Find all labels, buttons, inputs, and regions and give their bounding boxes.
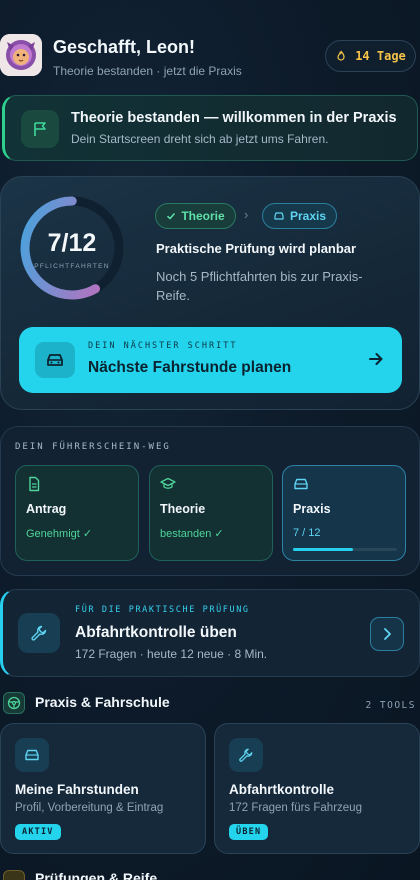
next-section-title: Prüfungen & Reife	[35, 870, 158, 880]
graduation-cap-icon	[160, 477, 176, 489]
car-icon	[274, 212, 284, 220]
flag-icon	[21, 110, 59, 148]
progress-label: PFLICHTFAHRTEN	[34, 263, 110, 270]
step-name: Antrag	[26, 502, 67, 516]
greeting-subtitle: Theorie bestanden · jetzt die Praxis	[53, 64, 242, 78]
tool-card-abfahrtkontrolle[interactable]: Abfahrtkontrolle 172 Fragen fürs Fahrzeu…	[214, 723, 420, 854]
praxis-progress-fill	[293, 548, 354, 551]
car-icon	[35, 342, 75, 378]
tool-subtitle: Profil, Vorbereitung & Eintrag	[15, 802, 164, 814]
practice-subtitle: 172 Fragen · heute 12 neue · 8 Min.	[75, 647, 268, 661]
cta-title: Nächste Fahrstunde planen	[88, 359, 292, 376]
streak-label: 14 Tage	[355, 49, 406, 63]
banner-title: Theorie bestanden — willkommen in der Pr…	[71, 110, 397, 126]
header: Geschafft, Leon! Theorie bestanden · jet…	[0, 34, 420, 82]
praxis-progress-bar	[293, 548, 397, 551]
chip-theory[interactable]: Theorie	[155, 203, 236, 229]
chip-theory-label: Theorie	[181, 209, 225, 223]
next-section-icon	[3, 870, 25, 880]
license-journey: DEIN FÜHRERSCHEIN-WEG Antrag Genehmigt ✓…	[0, 426, 420, 576]
tool-title: Abfahrtkontrolle	[229, 782, 335, 797]
practice-title: Abfahrtkontrolle üben	[75, 624, 237, 641]
cta-kicker: DEIN NÄCHSTER SCHRITT	[88, 341, 238, 351]
wrench-icon	[229, 738, 263, 772]
chevron-right-icon	[384, 628, 391, 640]
step-name: Praxis	[293, 502, 331, 516]
car-icon	[294, 478, 308, 490]
chip-praxis[interactable]: Praxis	[262, 203, 337, 229]
progress-value: 7/12	[47, 229, 97, 257]
chip-praxis-label: Praxis	[289, 209, 327, 223]
section-title: Praxis & Fahrschule	[35, 694, 170, 710]
steering-wheel-icon	[3, 692, 25, 714]
tool-badge: AKTIV	[15, 824, 61, 840]
theory-passed-banner[interactable]: Theorie bestanden — willkommen in der Pr…	[2, 95, 418, 161]
journey-step-antrag[interactable]: Antrag Genehmigt ✓	[15, 465, 139, 561]
tool-badge: ÜBEN	[229, 824, 269, 840]
practice-kicker: FÜR DIE PRAKTISCHE PRÜFUNG	[75, 605, 250, 615]
lion-avatar-icon	[0, 34, 42, 76]
avatar[interactable]	[0, 34, 42, 76]
flame-icon	[337, 50, 345, 61]
step-status: 7 / 12	[293, 527, 321, 539]
practice-card[interactable]: FÜR DIE PRAKTISCHE PRÜFUNG Abfahrtkontro…	[0, 589, 420, 677]
journey-step-theorie[interactable]: Theorie bestanden ✓	[149, 465, 273, 561]
practice-open-button[interactable]	[370, 617, 404, 651]
plan-lesson-button[interactable]: DEIN NÄCHSTER SCHRITT Nächste Fahrstunde…	[19, 327, 402, 393]
chevron-right-icon: ›	[244, 207, 249, 222]
document-icon	[29, 476, 40, 492]
progress-card: 7/12 PFLICHTFAHRTEN Theorie › Praxis Pra…	[0, 176, 420, 410]
progress-subtitle: Noch 5 Pflichtfahrten bis zur Praxis-Rei…	[156, 269, 363, 303]
car-icon	[15, 738, 49, 772]
section-count: 2 TOOLS	[365, 700, 416, 711]
check-icon	[167, 212, 176, 220]
progress-title: Praktische Prüfung wird planbar	[156, 241, 357, 256]
step-status: bestanden ✓	[160, 528, 224, 540]
journey-title: DEIN FÜHRERSCHEIN-WEG	[15, 442, 171, 452]
wrench-icon	[18, 613, 60, 653]
tool-title: Meine Fahrstunden	[15, 782, 139, 797]
journey-step-praxis[interactable]: Praxis 7 / 12	[282, 465, 406, 561]
tool-card-fahrstunden[interactable]: Meine Fahrstunden Profil, Vorbereitung &…	[0, 723, 206, 854]
streak-badge[interactable]: 14 Tage	[325, 40, 416, 72]
step-name: Theorie	[160, 502, 206, 516]
arrow-right-icon	[369, 353, 383, 365]
step-status: Genehmigt ✓	[26, 528, 93, 540]
banner-subtitle: Dein Startscreen dreht sich ab jetzt ums…	[71, 132, 329, 146]
tool-subtitle: 172 Fragen fürs Fahrzeug	[229, 802, 362, 814]
greeting: Geschafft, Leon!	[53, 37, 196, 57]
